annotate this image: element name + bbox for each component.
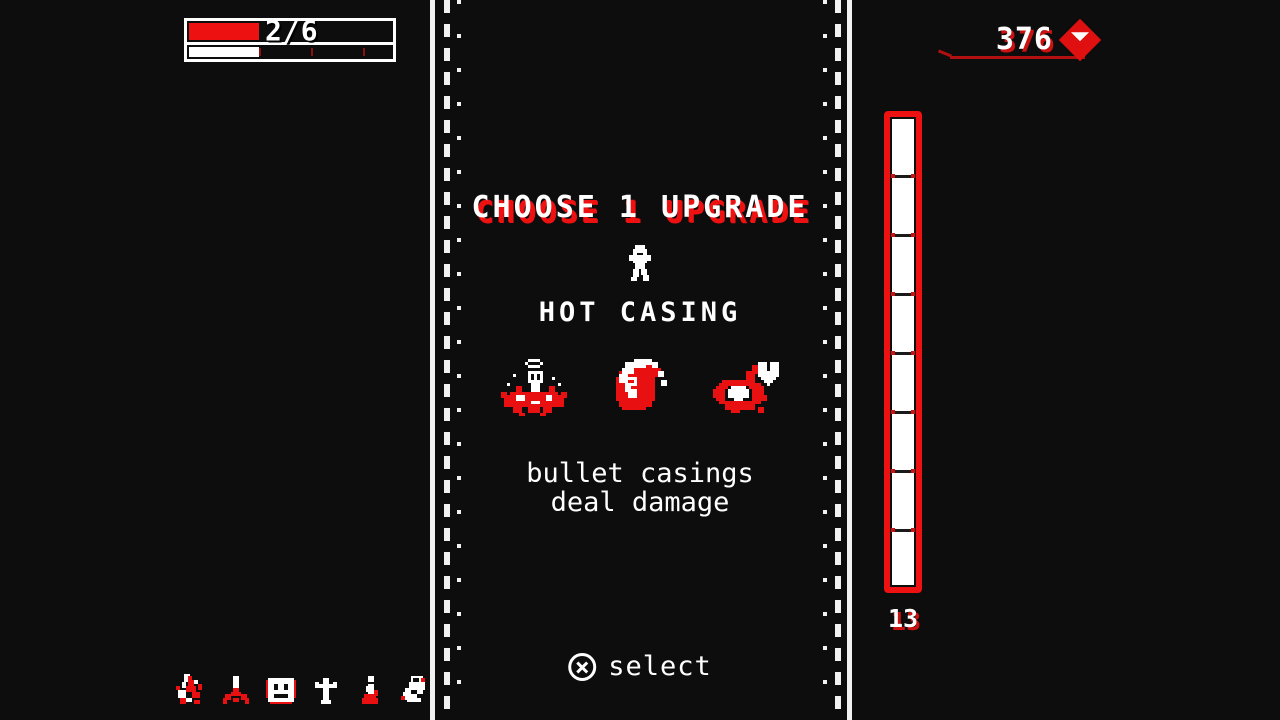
explosion-splat-icon <box>501 359 567 416</box>
cross-button-icon <box>568 652 597 681</box>
health-bar-value: 2/6 <box>265 14 319 47</box>
item-tray <box>176 674 431 706</box>
blood-splat-icon[interactable] <box>176 674 206 706</box>
health-tick <box>259 48 261 56</box>
divider-rail-right-dash-inner <box>823 0 827 720</box>
upgrade-description-line-1: bullet casings <box>526 458 754 489</box>
smiley-face-icon[interactable] <box>266 674 296 706</box>
health-tick <box>363 48 365 56</box>
ammo-meter-segment-divider <box>891 174 915 178</box>
health-bar-secondary-row <box>187 45 393 59</box>
health-bar: 2/6 <box>184 17 396 62</box>
score-counter: 376 <box>995 18 1102 61</box>
red-slash-heart-icon <box>713 362 779 413</box>
ammo-meter-count: 13 <box>887 604 919 633</box>
divider-rail-left-solid <box>430 0 435 720</box>
health-bar-fill <box>189 23 259 40</box>
health-bar-secondary-fill <box>189 47 259 57</box>
cross-grave-icon[interactable] <box>311 674 341 706</box>
ammo-meter-segment-divider <box>891 528 915 532</box>
effect-icon-row <box>498 356 782 422</box>
health-bar-primary-row: 2/6 <box>187 17 393 45</box>
ghost-figure-icon[interactable] <box>401 674 431 706</box>
upgrade-description: bullet casings deal damage <box>526 460 754 518</box>
divider-rail-right-solid <box>847 0 852 720</box>
page-title: CHOOSE 1 UPGRADE <box>471 190 809 225</box>
select-prompt[interactable]: select <box>568 651 712 682</box>
game-screen: 2/6 376 CHOOSE 1 UPGRADE HOT CASING bull… <box>0 0 1280 720</box>
spinning-casing-icon <box>616 359 667 410</box>
divider-rail-left-dash-outer <box>444 0 450 720</box>
diamond-gem-icon <box>1058 18 1102 61</box>
ammo-meter-segment-divider <box>891 292 915 296</box>
ammo-meter <box>884 111 922 593</box>
health-tick <box>311 48 313 56</box>
upgrade-description-line-2: deal damage <box>550 487 730 518</box>
ammo-meter-segment-divider <box>891 410 915 414</box>
ammo-meter-segment-divider <box>891 469 915 473</box>
ammo-meter-segment-divider <box>891 233 915 237</box>
player-sprite-icon <box>629 245 651 281</box>
upgrade-name: HOT CASING <box>538 297 742 328</box>
score-value: 376 <box>995 22 1053 57</box>
divider-rail-right-dash-outer <box>835 0 841 720</box>
down-drip-icon[interactable] <box>221 674 251 706</box>
ammo-meter-fill <box>891 119 915 585</box>
kneeling-figure-icon[interactable] <box>356 674 386 706</box>
ammo-meter-segment-divider <box>891 351 915 355</box>
select-prompt-label: select <box>608 651 712 682</box>
upgrade-panel: CHOOSE 1 UPGRADE HOT CASING bullet casin… <box>465 0 815 720</box>
divider-rail-left-dash-inner <box>457 0 461 720</box>
